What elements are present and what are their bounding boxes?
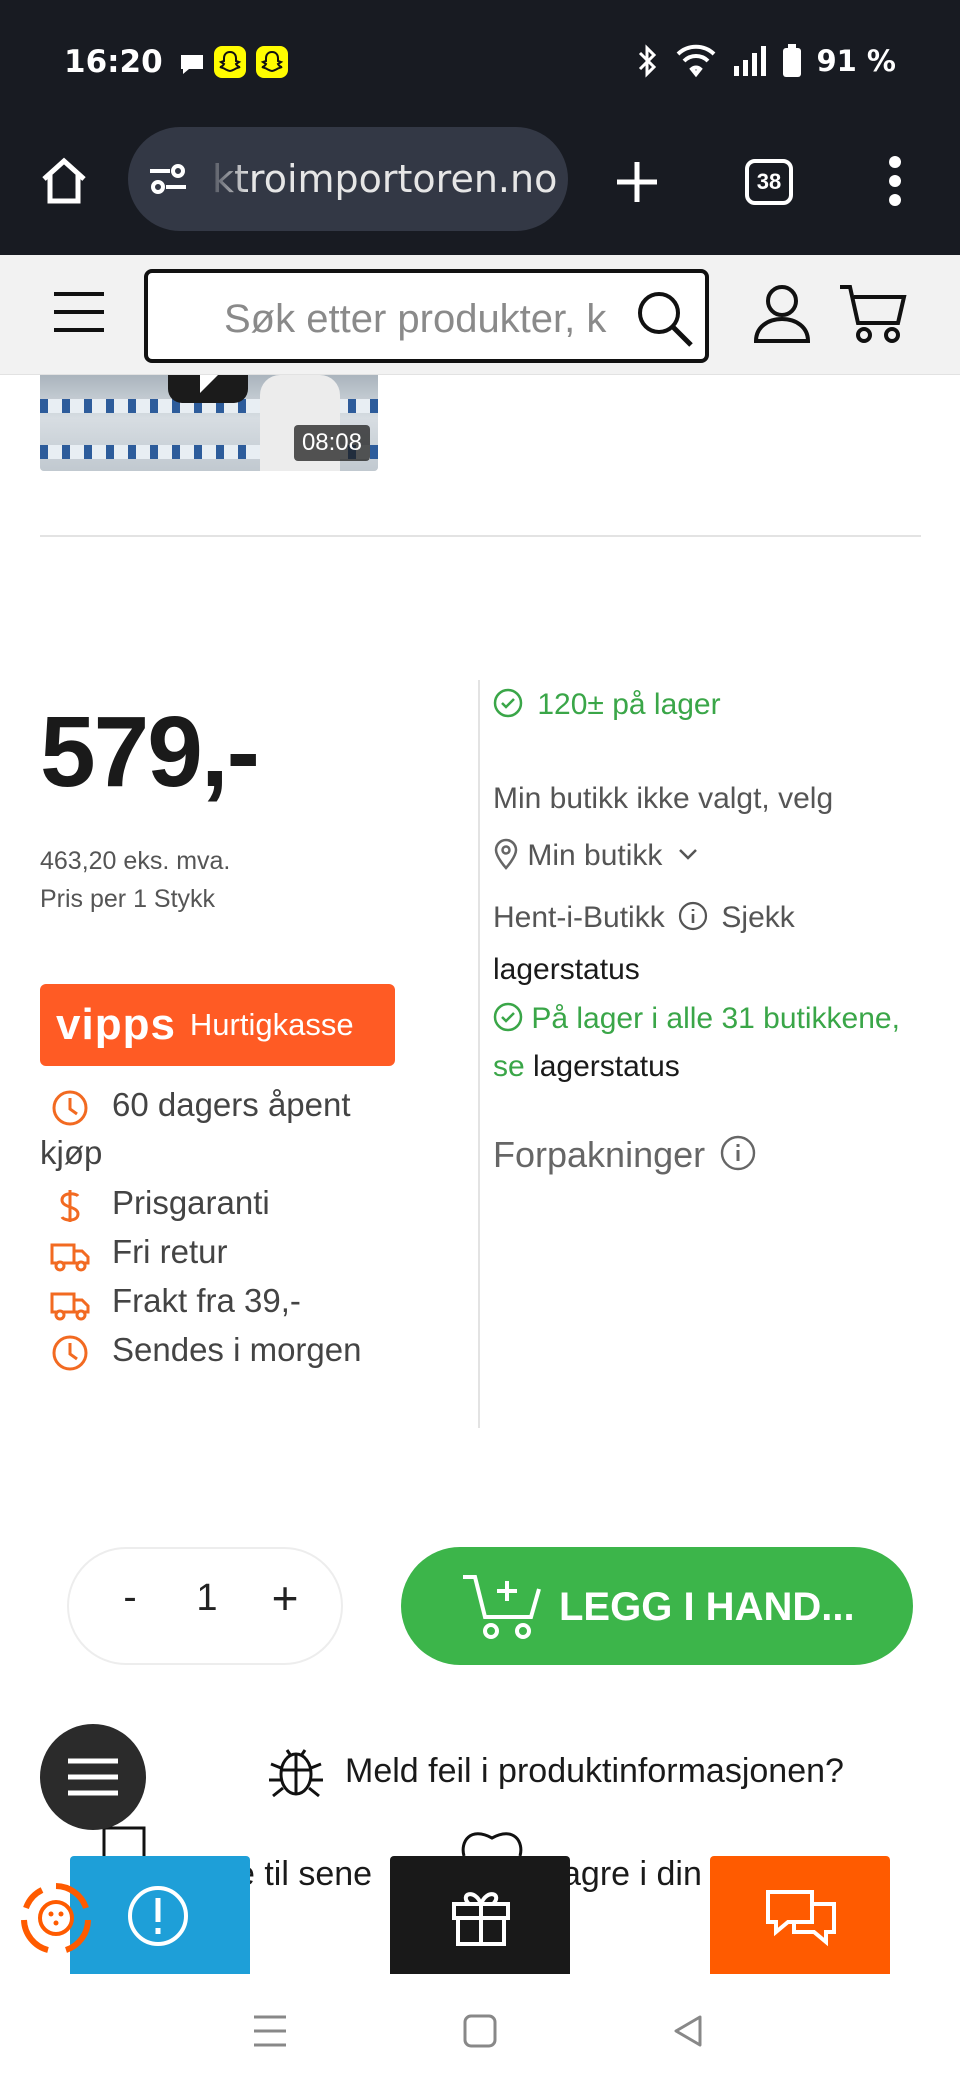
truck-icon <box>50 1292 90 1321</box>
packaging-info[interactable]: Forpakninger <box>493 1134 757 1176</box>
price-per-unit: Pris per 1 Stykk <box>40 885 216 913</box>
add-to-cart-button[interactable]: LEGG I HAND... <box>401 1547 913 1665</box>
check-circle-icon <box>493 1002 523 1032</box>
signal-icon <box>734 46 767 76</box>
hamburger-menu-icon[interactable] <box>52 290 106 334</box>
back-icon[interactable] <box>672 2014 704 2048</box>
report-error-link[interactable]: Meld feil i produktinformasjonen? <box>265 1740 844 1811</box>
info-icon[interactable] <box>719 1134 757 1172</box>
increase-quantity-button[interactable]: + <box>255 1571 315 1631</box>
info-icon[interactable] <box>677 900 709 932</box>
column-divider <box>478 680 480 1428</box>
save-to-list-link[interactable]: agre i din <box>562 1855 702 1894</box>
online-stock-status: 120± på lager <box>493 688 721 722</box>
store-not-selected: Min butikk ikke valgt, velg <box>493 782 834 815</box>
vipps-logo: vipps <box>56 1000 176 1049</box>
snapchat-icon <box>214 46 246 78</box>
play-icon[interactable] <box>168 375 248 403</box>
chat-button[interactable] <box>710 1856 890 1974</box>
url-bar[interactable]: ktroimportoren.no <box>128 127 568 231</box>
snapchat-icon <box>256 46 288 78</box>
new-tab-icon[interactable] <box>614 159 660 205</box>
status-bar: 16:20 91 % <box>0 0 960 125</box>
site-header: Søk etter produkter, k <box>0 255 960 375</box>
vipps-express-checkout-button[interactable]: vipps Hurtigkasse <box>40 984 395 1066</box>
chevron-down-icon <box>678 849 697 860</box>
usp-shipping: Frakt fra 39,- <box>40 1282 440 1326</box>
clock-icon <box>52 1335 88 1371</box>
alert-circle-icon <box>128 1886 188 1946</box>
site-settings-icon[interactable] <box>146 159 190 199</box>
check-circle-icon <box>493 688 523 718</box>
truck-icon <box>50 1243 90 1272</box>
battery-percent: 91 % <box>816 44 896 78</box>
check-stock-link[interactable]: lagerstatus <box>493 953 640 987</box>
product-price: 579,- <box>40 696 260 808</box>
usp-free-return: Fri retur <box>40 1233 440 1277</box>
recent-apps-icon[interactable] <box>252 2014 288 2048</box>
search-placeholder: Søk etter produkter, k <box>224 297 607 341</box>
search-icon[interactable] <box>633 287 695 349</box>
search-input[interactable]: Søk etter produkter, k <box>144 269 709 363</box>
clock-icon <box>52 1090 88 1126</box>
click-collect-row: Hent-i-Butikk Sjekk <box>493 900 795 934</box>
video-duration: 08:08 <box>293 425 370 461</box>
store-stock-link-row[interactable]: se lagerstatus <box>493 1050 680 1084</box>
hamburger-menu-icon <box>68 1758 118 1796</box>
heart-icon <box>461 1832 523 1856</box>
cart-add-icon <box>463 1575 541 1639</box>
battery-icon <box>783 44 802 77</box>
floating-menu-button[interactable] <box>40 1724 146 1830</box>
status-right: 91 % <box>634 44 896 78</box>
all-stores-stock: På lager i alle 31 butikkene, <box>493 1002 900 1036</box>
cart-icon[interactable] <box>838 281 908 345</box>
bug-icon <box>269 1749 323 1798</box>
decrease-quantity-button[interactable]: - <box>105 1575 155 1635</box>
usp-price-guarantee: Prisgaranti <box>40 1184 440 1228</box>
account-icon[interactable] <box>750 281 814 345</box>
message-icon <box>181 55 203 74</box>
eco-badge-icon[interactable] <box>18 1880 94 1956</box>
tab-switcher-button[interactable]: 38 <box>745 159 793 205</box>
product-video-thumbnail[interactable]: 08:08 <box>40 375 378 471</box>
my-store-select[interactable]: Min butikk <box>493 838 699 873</box>
location-pin-icon <box>494 838 518 870</box>
status-time: 16:20 <box>64 44 163 80</box>
quantity-stepper[interactable]: - 1 + <box>67 1547 343 1665</box>
usp-open-purchase: 60 dagers åpent <box>40 1086 440 1130</box>
dollar-icon <box>60 1190 80 1222</box>
section-divider <box>40 535 921 537</box>
menu-dots-icon[interactable] <box>888 155 902 207</box>
gift-button[interactable] <box>390 1856 570 1974</box>
home-nav-icon[interactable] <box>463 2014 497 2048</box>
usp-open-purchase-cont: kjøp <box>40 1134 103 1171</box>
bluetooth-icon <box>639 44 657 78</box>
system-navigation-bar <box>0 1974 960 2092</box>
usp-ships-tomorrow: Sendes i morgen <box>40 1331 440 1375</box>
quantity-value[interactable]: 1 <box>179 1577 235 1620</box>
recently-viewed-link[interactable]: e til sene <box>236 1855 372 1894</box>
feedback-button[interactable] <box>70 1856 250 1974</box>
browser-toolbar: ktroimportoren.no 38 <box>0 125 960 255</box>
gift-icon <box>452 1892 510 1946</box>
wifi-icon <box>677 44 716 78</box>
chat-icon <box>766 1890 836 1947</box>
url-text: ktroimportoren.no <box>212 157 558 201</box>
price-ex-vat: 463,20 eks. mva. <box>40 847 231 875</box>
home-icon[interactable] <box>38 157 90 205</box>
vipps-label: Hurtigkasse <box>189 1007 354 1042</box>
